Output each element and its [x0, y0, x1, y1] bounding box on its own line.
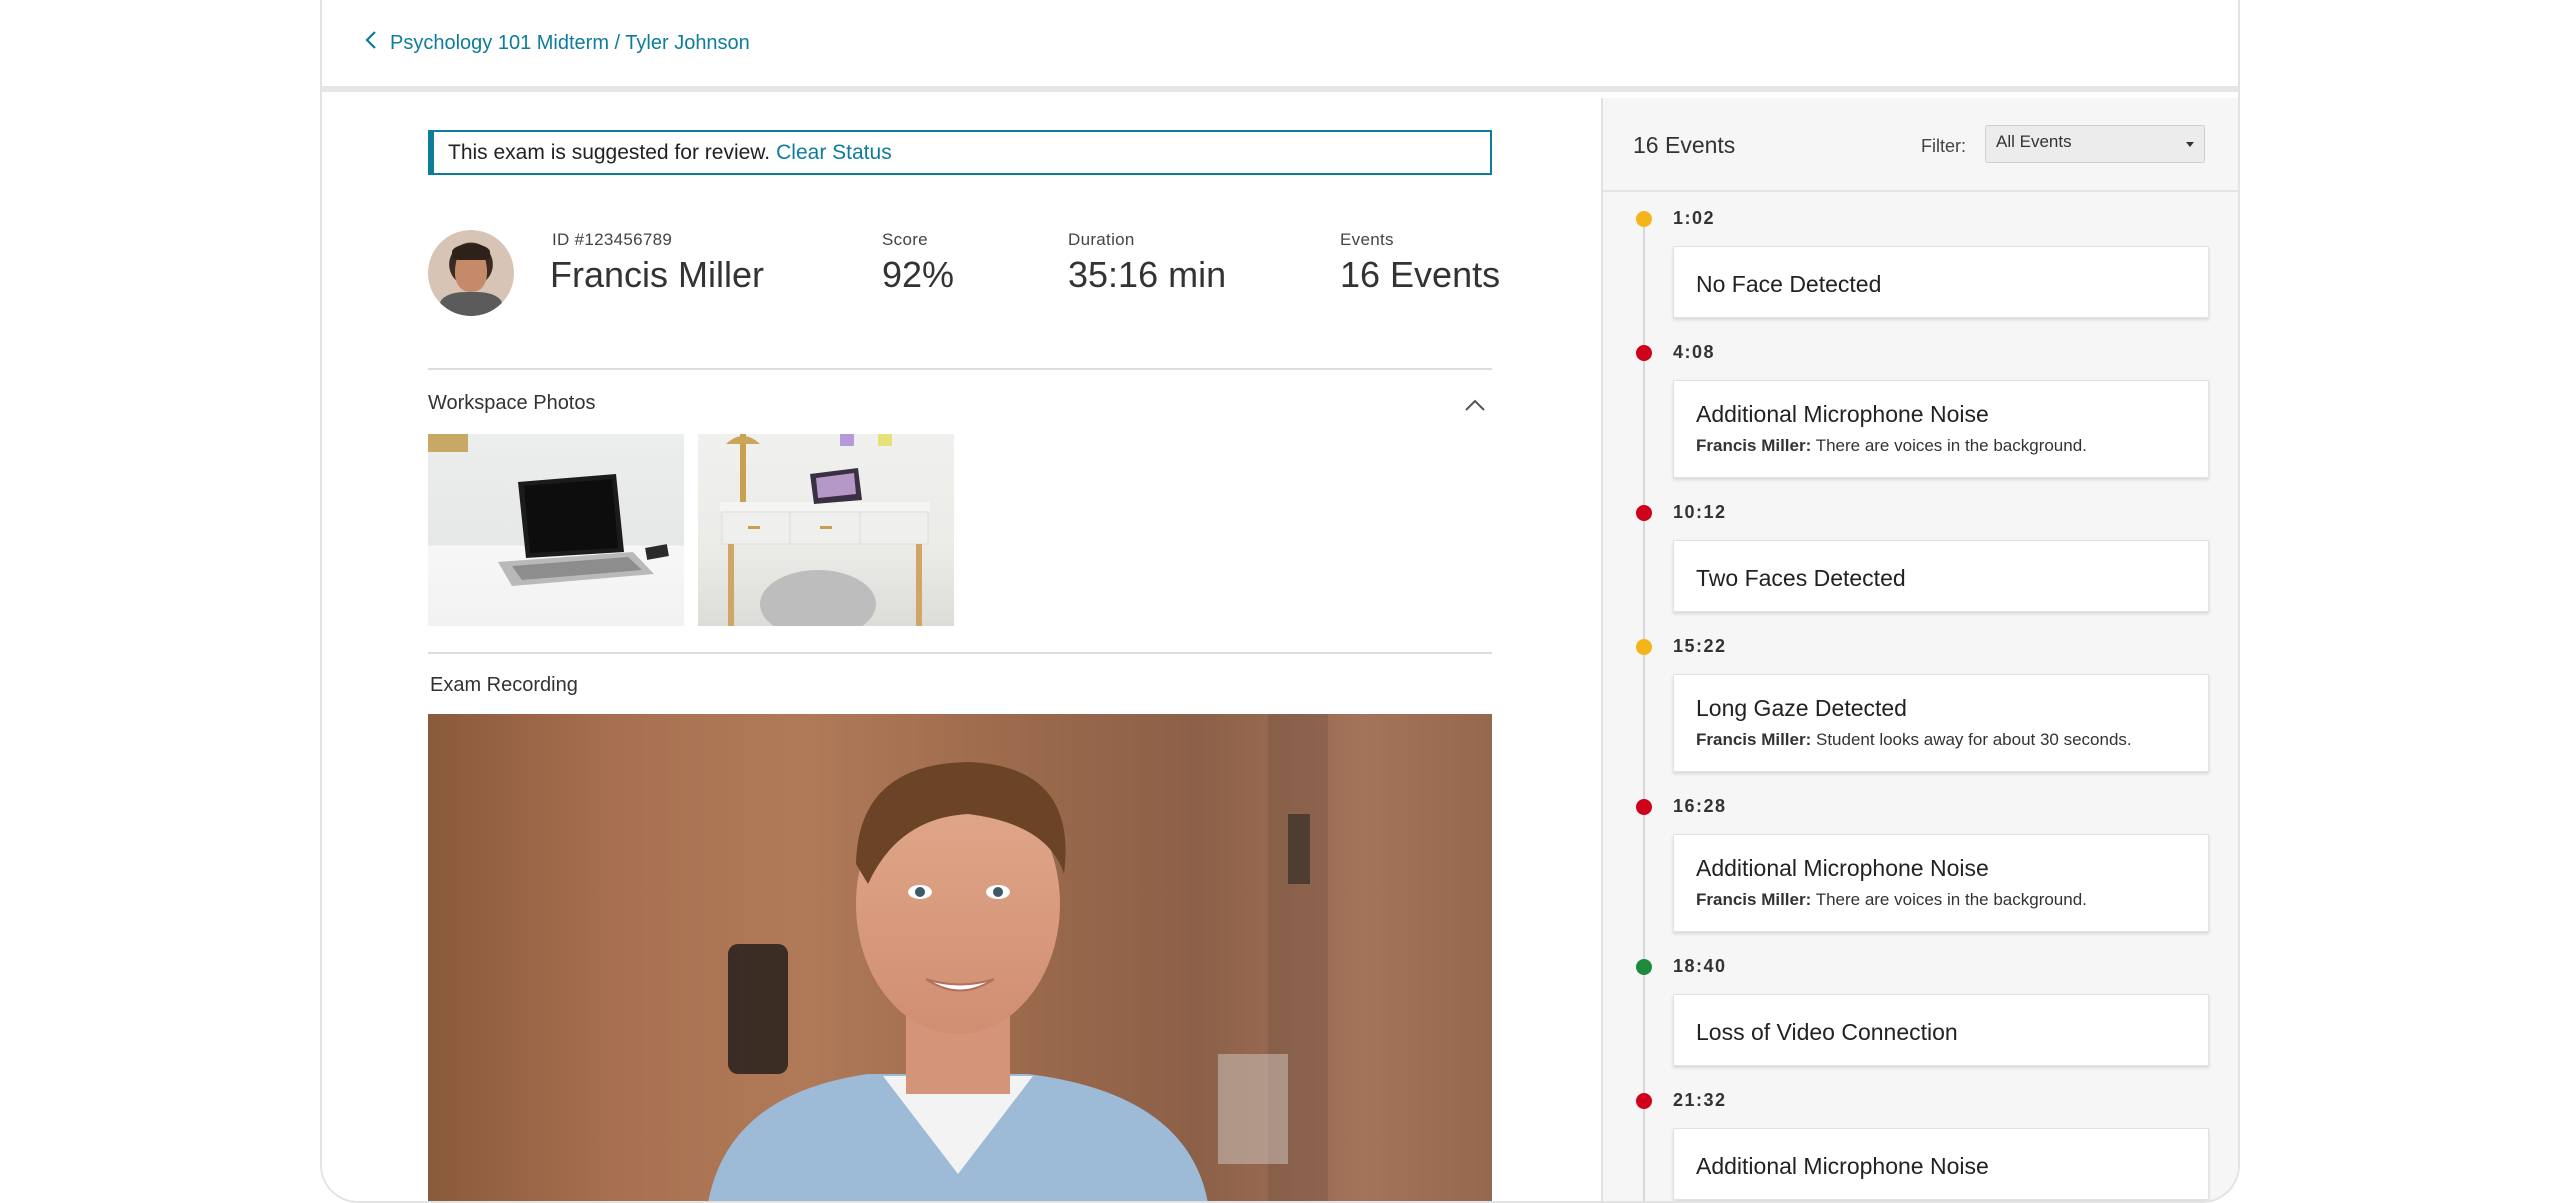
filter-value: All Events [1996, 132, 2072, 151]
event-time: 4:08 [1673, 342, 1716, 362]
event-note-text: There are voices in the background. [1815, 436, 2087, 455]
event-card[interactable]: Additional Microphone Noise Francis Mille… [1673, 380, 2209, 478]
score-value: 92% [882, 254, 955, 295]
event-card[interactable]: Long Gaze Detected Francis Miller: Studen… [1673, 674, 2209, 772]
timeline-line [1643, 218, 1645, 1201]
review-status-banner: This exam is suggested for review. Clear… [428, 130, 1492, 175]
event-card[interactable]: Additional Microphone Noise Francis Mille… [1673, 834, 2209, 932]
event-note-author: Francis Miller: [1696, 730, 1812, 749]
events-filter-select[interactable]: All Events [1985, 125, 2205, 163]
event-time: 16:28 [1673, 796, 1727, 816]
chevron-up-icon[interactable] [1464, 398, 1486, 412]
exam-details-panel: This exam is suggested for review. Clear… [322, 98, 1601, 1201]
filter-label: Filter: [1921, 136, 1966, 156]
event-status-dot [1636, 799, 1652, 815]
clear-status-link[interactable]: Clear Status [776, 141, 892, 165]
event-title: Additional Microphone Noise [1696, 1153, 1989, 1179]
exam-recording-title: Exam Recording [430, 674, 578, 696]
student-name: Francis Miller [550, 254, 765, 295]
event-time: 1:02 [1673, 208, 1716, 228]
duration-value: 35:16 min [1068, 254, 1227, 295]
event-time: 10:12 [1673, 502, 1727, 522]
event-time: 21:32 [1673, 1090, 1727, 1110]
event-card[interactable]: No Face Detected [1673, 246, 2209, 318]
event-card[interactable]: Loss of Video Connection [1673, 994, 2209, 1066]
chevron-left-icon [364, 30, 380, 56]
event-status-dot [1636, 211, 1652, 227]
events-panel: 16 Events Filter: All Events 1:02 No Face… [1601, 98, 2238, 1201]
event-status-dot [1636, 345, 1652, 361]
event-time: 15:22 [1673, 636, 1727, 656]
event-title: Two Faces Detected [1696, 565, 1906, 591]
event-status-dot [1636, 639, 1652, 655]
workspace-photo[interactable] [428, 434, 684, 626]
workspace-photos-title: Workspace Photos [428, 392, 596, 414]
score-label: Score [882, 230, 928, 249]
top-bar: Psychology 101 Midterm / Tyler Johnson [322, 0, 2238, 92]
event-title: Long Gaze Detected [1696, 695, 1907, 721]
exam-review-card: Psychology 101 Midterm / Tyler Johnson T… [320, 0, 2240, 1203]
event-note-text: There are voices in the background. [1815, 890, 2087, 909]
event-card[interactable]: Additional Microphone Noise [1673, 1128, 2209, 1200]
divider [428, 652, 1492, 654]
workspace-photo[interactable] [698, 434, 954, 626]
event-note-text: Student looks away for about 30 seconds. [1816, 730, 2132, 749]
event-note: Francis Miller: There are voices in the … [1696, 436, 2186, 456]
divider [428, 368, 1492, 370]
event-status-dot [1636, 1093, 1652, 1109]
event-time: 18:40 [1673, 956, 1727, 976]
event-note-author: Francis Miller: [1696, 436, 1812, 455]
breadcrumb-label: Psychology 101 Midterm / Tyler Johnson [390, 31, 750, 54]
event-title: Additional Microphone Noise [1696, 855, 1989, 881]
events-value: 16 Events [1340, 254, 1501, 295]
breadcrumb[interactable]: Psychology 101 Midterm / Tyler Johnson [364, 30, 750, 56]
event-note: Francis Miller: There are voices in the … [1696, 890, 2186, 910]
events-panel-title: 16 Events [1633, 132, 1736, 158]
banner-text: This exam is suggested for review. [448, 140, 771, 164]
caret-down-icon [2186, 142, 2194, 147]
avatar [428, 230, 514, 316]
event-title: No Face Detected [1696, 271, 1882, 297]
event-title: Loss of Video Connection [1696, 1019, 1958, 1045]
duration-label: Duration [1068, 230, 1135, 249]
event-note-author: Francis Miller: [1696, 890, 1812, 909]
exam-recording-video[interactable] [428, 714, 1492, 1201]
event-status-dot [1636, 505, 1652, 521]
event-note: Francis Miller: Student looks away for a… [1696, 730, 2186, 750]
divider [1603, 190, 2238, 192]
events-label: Events [1340, 230, 1394, 249]
student-id: ID #123456789 [552, 230, 673, 249]
event-status-dot [1636, 959, 1652, 975]
event-card[interactable]: Two Faces Detected [1673, 540, 2209, 612]
event-title: Additional Microphone Noise [1696, 401, 1989, 427]
